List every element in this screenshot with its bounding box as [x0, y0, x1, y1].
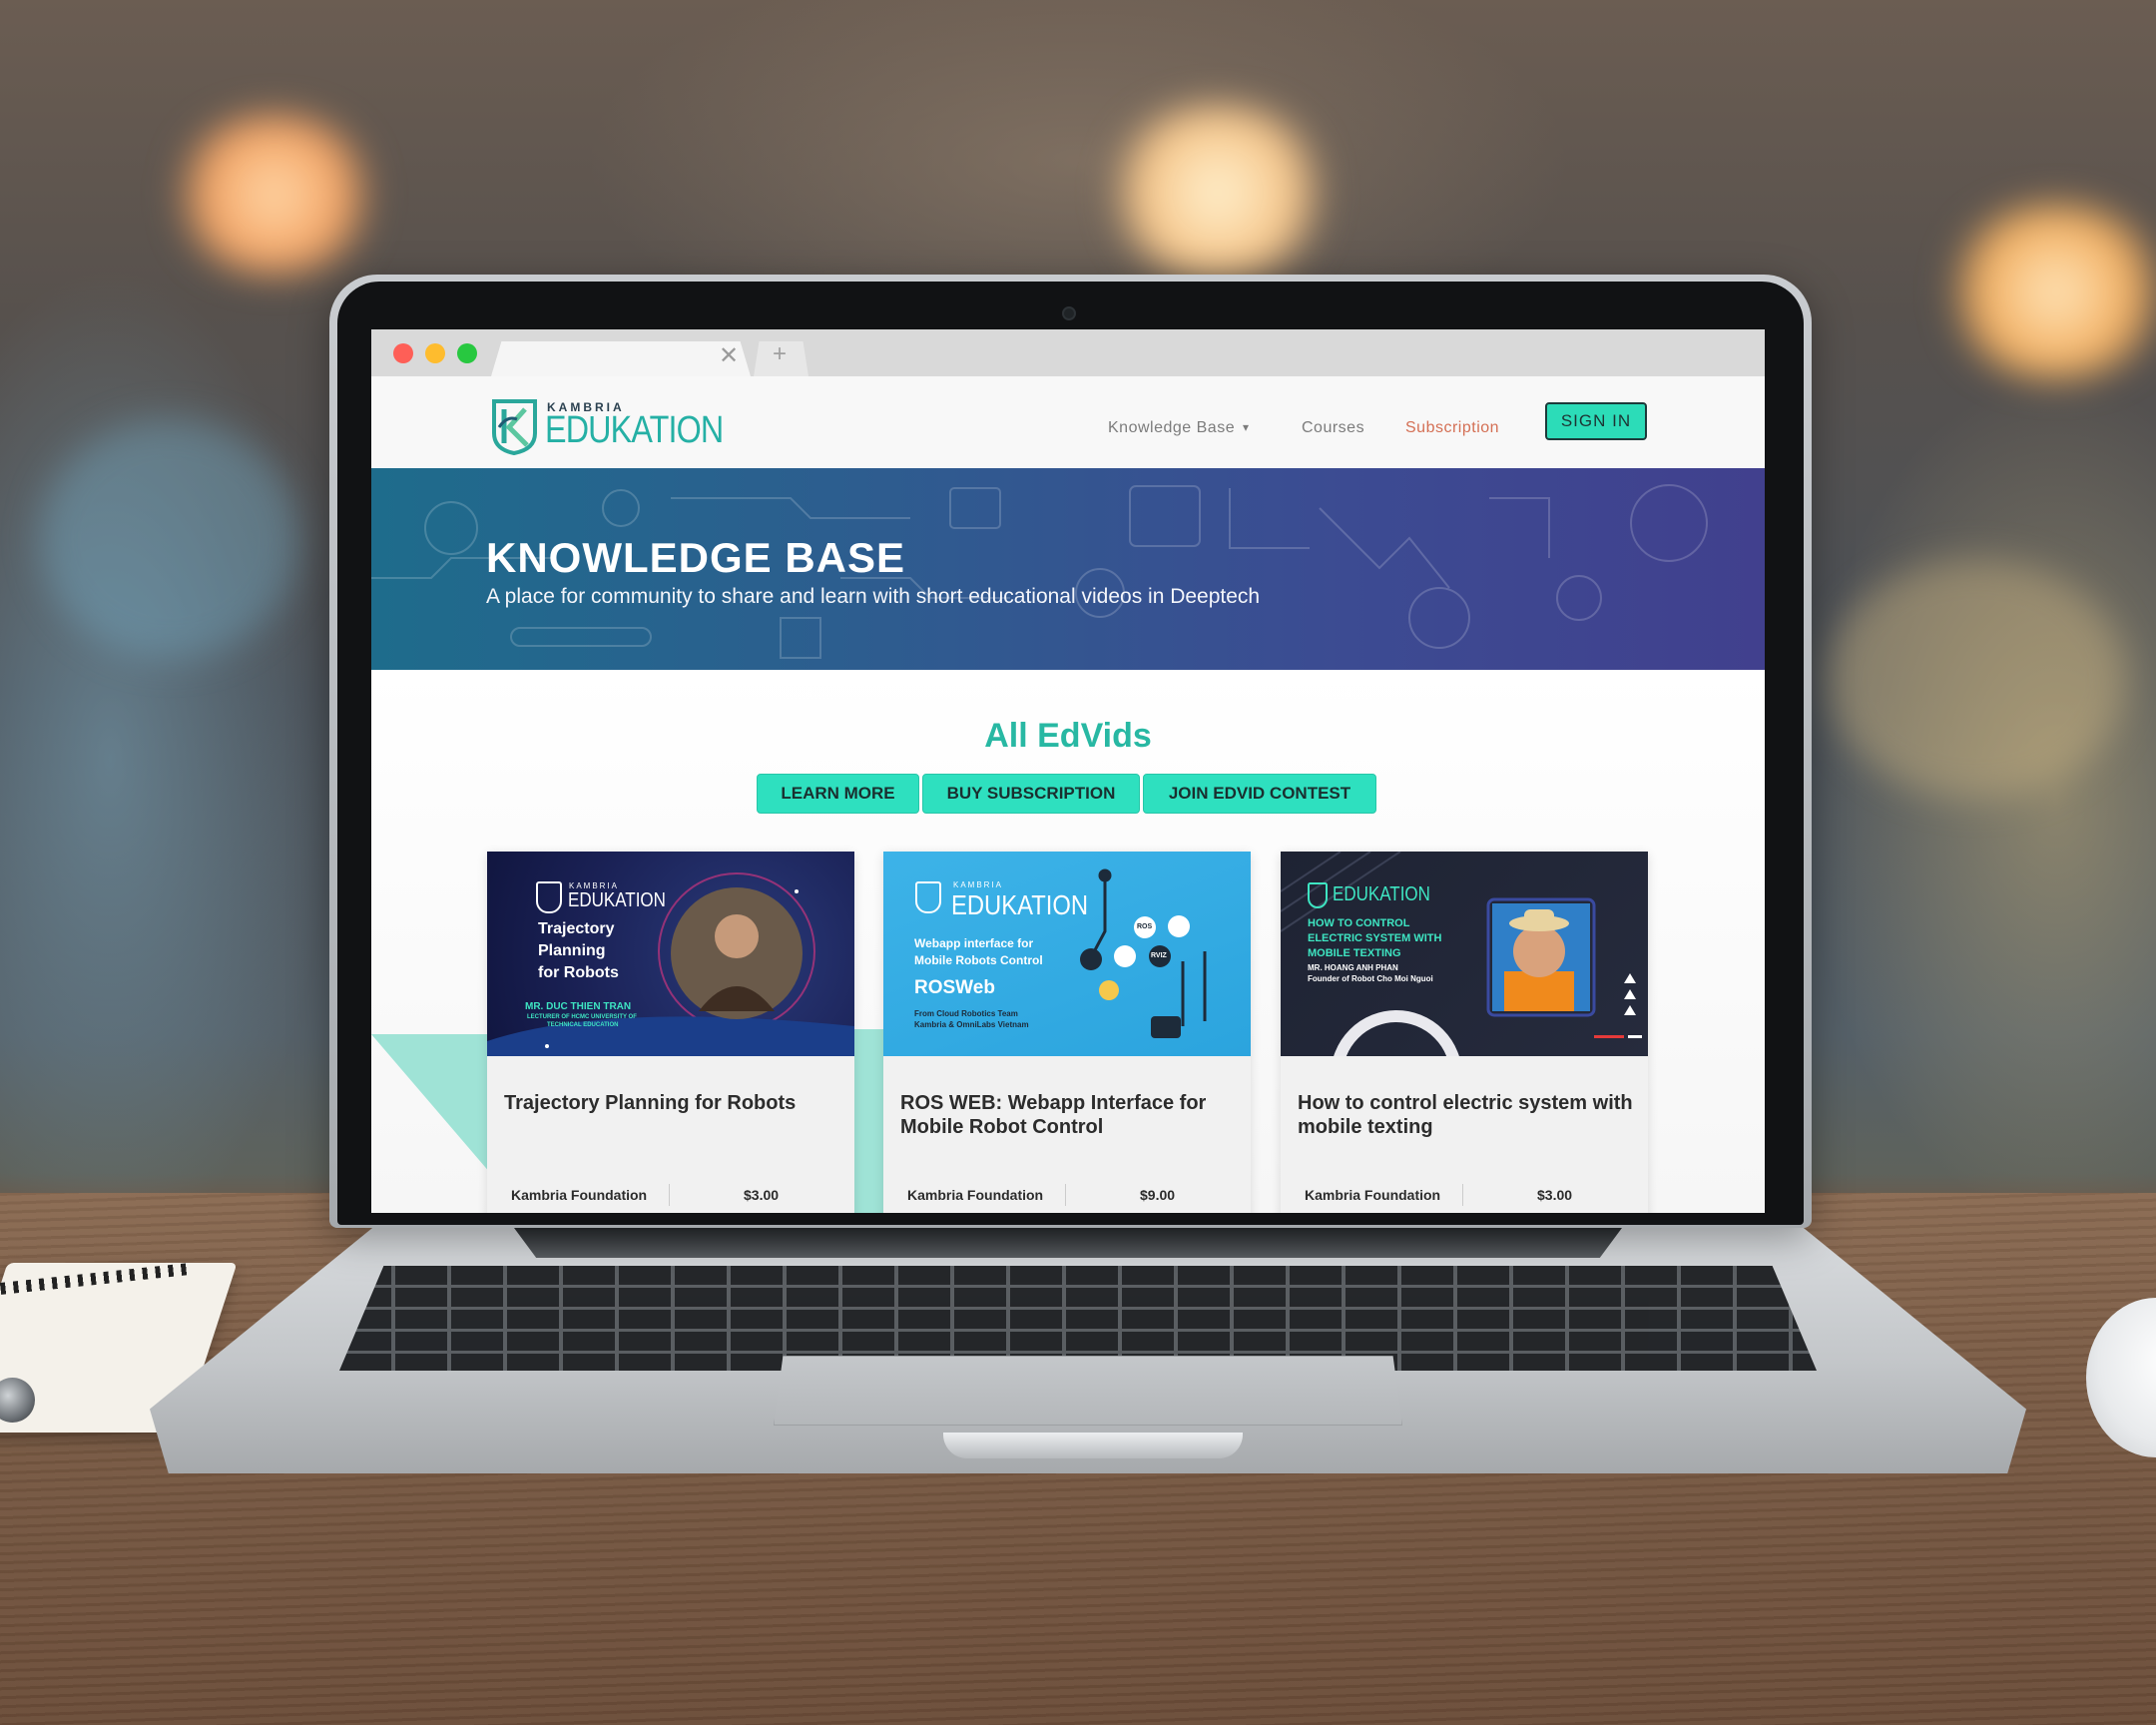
- thumbnail-credit: Kambria & OmniLabs Vietnam: [914, 1020, 1029, 1029]
- thumbnail-title-line: Trajectory: [538, 920, 615, 937]
- card-title[interactable]: ROS WEB: Webapp Interface for Mobile Rob…: [900, 1091, 1240, 1139]
- thumbnail-title-line: Webapp interface for: [914, 936, 1034, 950]
- webcam: [1062, 306, 1076, 320]
- rviz-logo-icon: RVIZ: [1151, 952, 1167, 959]
- thumbnail-title-line: HOW TO CONTROL: [1308, 917, 1410, 929]
- learn-more-button[interactable]: LEARN MORE: [757, 774, 919, 814]
- divider: [1065, 1184, 1066, 1206]
- thumbnail-credit: From Cloud Robotics Team: [914, 1009, 1018, 1018]
- thumbnail-title-line: for Robots: [538, 964, 619, 981]
- video-card[interactable]: KAMBRIA EDUKATION Trajectory Planning fo…: [487, 852, 854, 1213]
- laptop-hinge: [514, 1228, 1622, 1258]
- thumbnail-affiliation: TECHNICAL EDUCATION: [547, 1022, 619, 1028]
- card-price: $9.00: [1140, 1187, 1176, 1203]
- card-title[interactable]: Trajectory Planning for Robots: [504, 1091, 843, 1115]
- page-subtitle: A place for community to share and learn…: [486, 585, 1261, 608]
- browser-tab[interactable]: [491, 341, 751, 376]
- thumbnail-title-line: Planning: [538, 942, 606, 959]
- buy-subscription-button[interactable]: BUY SUBSCRIPTION: [922, 774, 1140, 814]
- browser-chrome: ✕ +: [371, 329, 1765, 376]
- thumbnail-title-line: Mobile Robots Control: [914, 953, 1043, 967]
- join-edvid-contest-button[interactable]: JOIN EDVID CONTEST: [1143, 774, 1376, 814]
- thumbnail-title-line: ELECTRIC SYSTEM WITH: [1308, 932, 1442, 944]
- logo-wordmark: EDUKATION: [545, 409, 724, 451]
- decorative-triangle: [371, 1034, 491, 1174]
- bokeh-light: [40, 419, 299, 659]
- edukation-badge-icon: [1308, 882, 1328, 908]
- video-thumbnail[interactable]: EDUKATION HOW TO CONTROL ELECTRIC SYSTEM…: [1281, 852, 1648, 1056]
- site-navbar: KAMBRIA EDUKATION Knowledge Base ▾ Cours…: [371, 376, 1765, 468]
- video-thumbnail[interactable]: KAMBRIA EDUKATION Trajectory Planning fo…: [487, 852, 854, 1056]
- logo-shield-icon: [492, 399, 537, 456]
- video-thumbnail[interactable]: KAMBRIA EDUKATION Webapp interface for M…: [883, 852, 1251, 1056]
- section-title: All EdVids: [984, 717, 1152, 755]
- video-card[interactable]: KAMBRIA EDUKATION Webapp interface for M…: [883, 852, 1251, 1213]
- sign-in-button[interactable]: SIGN IN: [1545, 402, 1647, 440]
- page-title: KNOWLEDGE BASE: [486, 534, 906, 581]
- card-footer: Kambria Foundation $3.00: [487, 1176, 854, 1206]
- card-footer: Kambria Foundation $9.00: [883, 1176, 1251, 1206]
- card-footer: Kambria Foundation $3.00: [1281, 1176, 1648, 1206]
- window-close-button[interactable]: [393, 343, 413, 363]
- card-author: Kambria Foundation: [511, 1187, 648, 1203]
- window-maximize-button[interactable]: [457, 343, 477, 363]
- card-price: $3.00: [1537, 1187, 1573, 1203]
- nav-subscription[interactable]: Subscription: [1405, 419, 1499, 437]
- tab-close-icon[interactable]: ✕: [719, 344, 739, 368]
- thumbnail-product: ROSWeb: [914, 977, 995, 998]
- laptop-notch: [943, 1433, 1243, 1458]
- laptop-keyboard: [339, 1266, 1817, 1371]
- divider: [669, 1184, 670, 1206]
- card-price: $3.00: [744, 1187, 780, 1203]
- thumbnail-title-line: MOBILE TEXTING: [1308, 947, 1401, 959]
- card-title[interactable]: How to control electric system with mobi…: [1298, 1091, 1637, 1139]
- bokeh-light: [1941, 205, 2156, 379]
- thumbnail-brand: EDUKATION: [568, 889, 666, 911]
- thumbnail-brand: EDUKATION: [1333, 883, 1430, 905]
- laptop-trackpad: [774, 1356, 1402, 1426]
- thumbnail-presenter: MR. DUC THIEN TRAN: [525, 1001, 632, 1012]
- window-minimize-button[interactable]: [425, 343, 445, 363]
- laptop-screen: ✕ + KAMBRIA EDUKATION Knowledge Base ▾ C…: [371, 329, 1765, 1213]
- thumbnail-brand: EDUKATION: [951, 889, 1089, 920]
- nav-knowledge-base[interactable]: Knowledge Base: [1108, 419, 1235, 437]
- thumbnail-presenter: MR. HOANG ANH PHAN: [1308, 963, 1398, 972]
- thumbnail-brand-small: KAMBRIA: [953, 880, 1004, 889]
- chevron-down-icon[interactable]: ▾: [1243, 420, 1249, 434]
- edukation-badge-icon: [915, 881, 941, 913]
- hero-banner: KNOWLEDGE BASE A place for community to …: [371, 468, 1765, 670]
- video-card[interactable]: EDUKATION HOW TO CONTROL ELECTRIC SYSTEM…: [1281, 852, 1648, 1213]
- thumbnail-role: Founder of Robot Cho Moi Nguoi: [1308, 974, 1433, 983]
- card-author: Kambria Foundation: [907, 1187, 1044, 1203]
- edukation-badge-icon: [536, 881, 562, 913]
- card-author: Kambria Foundation: [1305, 1187, 1441, 1203]
- bokeh-light: [1827, 559, 2126, 799]
- plus-icon[interactable]: +: [773, 342, 787, 366]
- bokeh-light: [170, 115, 379, 275]
- ros-logo-icon: ROS: [1137, 923, 1153, 930]
- kambria-edukation-logo[interactable]: KAMBRIA EDUKATION: [491, 397, 724, 456]
- bokeh-light: [1103, 105, 1333, 280]
- divider: [1462, 1184, 1463, 1206]
- thumbnail-affiliation: LECTURER OF HCMC UNIVERSITY OF: [527, 1014, 637, 1020]
- nav-courses[interactable]: Courses: [1302, 419, 1364, 437]
